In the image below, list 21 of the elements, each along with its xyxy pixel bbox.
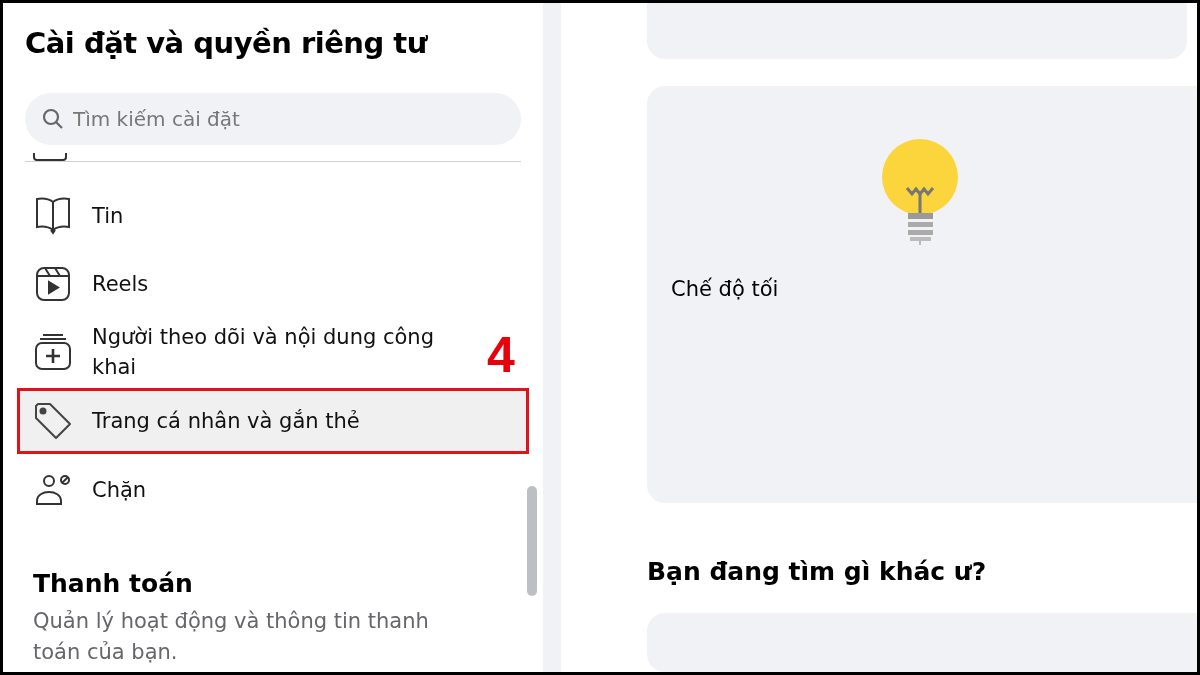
- settings-card[interactable]: [647, 612, 1197, 672]
- dark-mode-label: Chế độ tối: [671, 275, 780, 303]
- settings-menu-item[interactable]: Trang cá nhân và gắn thẻ: [17, 388, 529, 454]
- book-icon: [35, 197, 71, 235]
- people-block-icon: [35, 474, 71, 506]
- search-field[interactable]: Tìm kiếm cài đặt: [25, 93, 521, 145]
- list-item-icon: [33, 153, 67, 161]
- section-description: Quản lý hoạt động và thông tin thanh toán của bạn.: [33, 608, 430, 666]
- settings-menu-item[interactable]: Tin: [17, 182, 469, 250]
- settings-menu-item[interactable]: Reels: [17, 250, 469, 318]
- section-heading: Bạn đang tìm gì khác ư?: [647, 556, 988, 589]
- section-title: Thanh toán: [33, 568, 194, 600]
- stack-plus-icon: [35, 333, 71, 371]
- settings-title: Cài đặt và quyền riêng tư: [25, 25, 429, 62]
- settings-menu-item[interactable]: Chặn: [17, 456, 469, 524]
- reels-icon: [36, 267, 70, 301]
- step-number: 4: [487, 326, 515, 385]
- search-icon: [41, 107, 65, 131]
- tag-icon: [34, 402, 72, 440]
- settings-card[interactable]: Chế độ tối: [647, 85, 1197, 504]
- settings-menu-item[interactable]: Người theo dõi và nội dung công khai: [17, 318, 469, 386]
